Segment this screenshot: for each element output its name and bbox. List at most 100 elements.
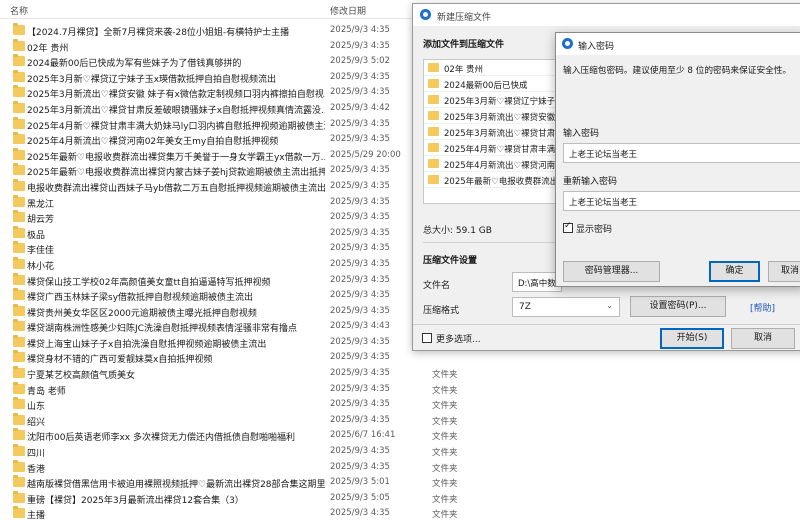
- list-item[interactable]: 2024最新00后已快成: [424, 76, 557, 92]
- file-name: 四川: [27, 449, 46, 460]
- list-item[interactable]: 2025年3月新流出♡裸贷甘肃: [424, 124, 557, 140]
- file-name: 2025年3月新流出♡裸贷甘肃: [444, 129, 556, 139]
- folder-icon: [428, 95, 439, 104]
- modified-date: 2025/9/3 4:35: [330, 25, 390, 35]
- file-name: 宁夏某艺校高颜值气质美女: [27, 371, 136, 382]
- folder-icon: [428, 111, 439, 120]
- folder-icon: [13, 334, 25, 347]
- dialog-titlebar[interactable]: 输入密码: [556, 33, 800, 55]
- folder-icon: [13, 116, 25, 129]
- folder-icon: [13, 475, 25, 488]
- list-item[interactable]: 2025年3月新♡裸贷辽宁妹子玉: [424, 92, 557, 108]
- help-link[interactable]: [帮助]: [750, 301, 775, 314]
- file-name: 2025年最新♡电报收费群流出裸贷内蒙古妹子姜hj贷款逾期被债主流出抵押...: [27, 168, 325, 179]
- show-password-label[interactable]: 显示密码: [576, 222, 612, 235]
- modified-date: 2025/9/3 4:43: [330, 321, 390, 332]
- file-type: 文件夹: [432, 463, 458, 474]
- modified-date: 2025/9/3 4:35: [330, 196, 390, 207]
- folder-icon: [428, 159, 439, 168]
- format-select[interactable]: 7Z ⌄: [512, 297, 620, 317]
- folder-icon: [428, 79, 439, 88]
- set-password-button[interactable]: 设置密码(P)...: [630, 296, 726, 317]
- file-type: 文件夹: [432, 385, 458, 396]
- show-password-checkbox[interactable]: [563, 221, 573, 233]
- cancel-button[interactable]: 取消: [731, 328, 795, 349]
- modified-date: 2025/9/3 4:35: [330, 352, 390, 363]
- archive-settings-heading: 压缩文件设置: [423, 256, 478, 266]
- file-type: 文件夹: [432, 432, 458, 443]
- modified-date: 2025/9/3 4:35: [330, 336, 390, 347]
- column-name-header[interactable]: 名称: [10, 4, 28, 17]
- modified-date: 2025/9/3 4:35: [330, 290, 390, 301]
- file-type: 文件夹: [432, 401, 458, 412]
- divider: [423, 242, 563, 243]
- folder-icon: [13, 350, 25, 363]
- file-name: 2025年最新♡电报收费群流出: [444, 177, 557, 187]
- file-name: 重磅【裸贷】2025年3月最新流出裸贷12套合集（3）: [27, 495, 244, 506]
- list-item[interactable]: 越南版裸贷借黑信用卡被迫用裸照视频抵押♡最新流出裸贷28部合集这期里... 202…: [0, 475, 800, 491]
- folder-icon: [13, 23, 25, 35]
- column-date-header[interactable]: 修改日期: [330, 4, 366, 17]
- file-name: 主播: [27, 511, 46, 520]
- ok-button[interactable]: 确定: [709, 261, 760, 282]
- password-label: 输入密码: [563, 129, 600, 139]
- password-input[interactable]: 上老王论坛当老王: [563, 143, 800, 163]
- file-name: 越南版裸贷借黑信用卡被迫用裸照视频抵押♡最新流出裸贷28部合集这期里...: [27, 480, 325, 491]
- file-name: 2025年3月新流出♡裸贷甘肃反差破眼镜骚妹子x自慰抵押视频真情流露没...: [27, 105, 325, 116]
- dialog-title: 新建压缩文件: [437, 13, 492, 23]
- confirm-password-input[interactable]: 上老王论坛当老王: [563, 191, 800, 211]
- modified-date: 2025/9/3 4:35: [330, 40, 390, 51]
- modified-date: 2025/9/3 4:35: [330, 180, 390, 191]
- file-name: 2025年4月新♡裸贷甘肃丰满大奶妹马ly口羽内裤自慰抵押视频逾期被债主流出: [27, 121, 325, 132]
- cancel-button[interactable]: 取消: [768, 261, 800, 282]
- folder-icon: [13, 225, 25, 238]
- modified-date: 2025/9/3 4:35: [330, 243, 390, 254]
- list-item[interactable]: 山东 2025/9/3 4:35 文件夹: [0, 397, 800, 413]
- modified-date: 2025/9/3 4:35: [330, 165, 390, 176]
- list-item[interactable]: 2025年4月新♡裸贷甘肃丰满: [424, 140, 557, 156]
- list-item[interactable]: 宁夏某艺校高颜值气质美女 2025/9/3 4:35 文件夹: [0, 366, 800, 382]
- start-button[interactable]: 开始(S): [660, 328, 724, 349]
- list-item[interactable]: 2025年4月新流出♡裸贷河南02: [424, 156, 557, 172]
- list-item[interactable]: 2025年3月新流出♡裸贷安徽: [424, 108, 557, 124]
- modified-date: 2025/5/29 20:00: [330, 149, 401, 160]
- file-name: 绍兴: [27, 417, 46, 428]
- folder-icon: [13, 69, 25, 82]
- modified-date: 2025/9/3 4:35: [330, 87, 390, 98]
- list-item[interactable]: 香港 2025/9/3 4:35 文件夹: [0, 459, 800, 476]
- dialog-titlebar[interactable]: 新建压缩文件: [413, 4, 800, 26]
- list-item[interactable]: 沈阳市00后英语老师李xx 多次裸贷无力偿还内借抵债自慰啪啪福利 2025/6/7…: [0, 428, 800, 444]
- list-item[interactable]: 裸贷身材不错的广西可爱靓妹莫x自拍抵押视频 2025/9/3 4:35: [0, 350, 800, 366]
- folder-icon: [13, 54, 25, 67]
- list-item[interactable]: 02年 贵州: [424, 60, 557, 76]
- folder-icon: [13, 178, 25, 191]
- folder-icon: [13, 100, 25, 113]
- chevron-down-icon: ⌄: [606, 301, 613, 310]
- password-dialog: 输入密码 输入压缩包密码。建议使用至少 8 位的密码来保证安全性。 输入密码 上…: [555, 32, 800, 287]
- modified-date: 2025/9/3 4:35: [330, 508, 390, 519]
- folder-icon: [428, 63, 439, 72]
- list-item[interactable]: 主播 2025/9/3 4:35 文件夹: [0, 506, 800, 520]
- list-item[interactable]: 2025年最新♡电报收费群流出: [424, 172, 557, 188]
- file-name: 黑龙江: [27, 199, 55, 210]
- more-options-label[interactable]: 更多选项...: [436, 332, 481, 345]
- file-name: 裸贷保山技工学校02年高颜值美女童tt自拍逼逼特写抵押视频: [27, 277, 271, 288]
- list-item[interactable]: 重磅【裸贷】2025年3月最新流出裸贷12套合集（3） 2025/9/3 5:05…: [0, 490, 800, 507]
- list-item[interactable]: 绍兴 2025/9/3 4:35 文件夹: [0, 412, 800, 429]
- modified-date: 2025/9/3 5:02: [330, 56, 390, 67]
- file-name: 裸贷湖南株洲性感美少妇陈JC洗澡自慰抵押视频表情淫骚非常有撸点: [27, 324, 297, 335]
- password-manager-button[interactable]: 密码管理器...: [563, 261, 660, 282]
- file-name: 胡云芳: [27, 215, 55, 226]
- list-item[interactable]: 青岛 老师 2025/9/3 4:35 文件夹: [0, 381, 800, 398]
- more-options-checkbox[interactable]: [422, 333, 432, 343]
- folder-icon: [13, 85, 25, 98]
- folder-icon: [13, 412, 25, 425]
- list-item[interactable]: 四川 2025/9/3 4:35 文件夹: [0, 444, 800, 460]
- folder-icon: [13, 506, 25, 519]
- folder-icon: [13, 132, 25, 145]
- folder-icon: [13, 397, 25, 410]
- folder-icon: [13, 272, 25, 285]
- file-name: 裸贷身材不错的广西可爱靓妹莫x自拍抵押视频: [27, 355, 213, 366]
- modified-date: 2025/6/7 16:41: [330, 430, 396, 441]
- archive-file-list[interactable]: 02年 贵州 2024最新00后已快成 2025年3月新♡裸贷辽宁妹子玉 2025年3…: [423, 59, 558, 204]
